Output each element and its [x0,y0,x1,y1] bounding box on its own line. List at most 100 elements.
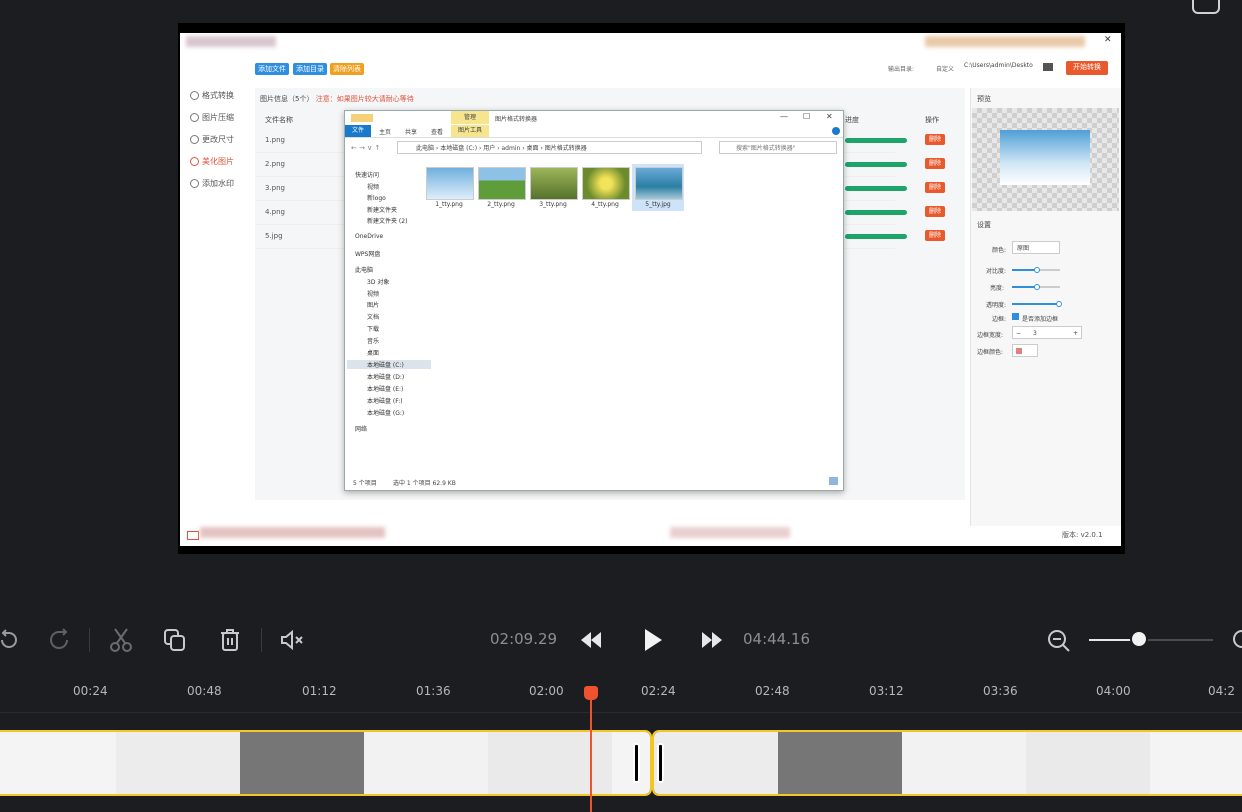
nav-item[interactable]: 本地磁盘 (D:) [367,372,404,381]
border-checkbox[interactable] [1012,313,1019,320]
nav-item[interactable]: 视频 [367,182,379,191]
nav-item-selected[interactable]: 本地磁盘 (C:) [347,360,431,369]
file-explorer-window[interactable]: 管理 图片格式转换器 — ☐ ✕ 文件 主页 共享 查看 图片工具 ← → ∨ … [344,110,844,491]
close-icon[interactable]: ✕ [1104,35,1112,45]
breadcrumb-item[interactable]: 用户 [483,145,495,152]
cut-icon[interactable] [109,627,133,657]
nav-item[interactable]: 新建文件夹 (2) [367,216,407,225]
color-select[interactable]: 原图 [1012,241,1060,254]
file-thumbnail[interactable] [635,167,683,200]
nav-item[interactable]: 新建文件夹 [367,205,397,214]
undo-icon[interactable] [0,628,18,654]
delete-button[interactable]: 删除 [925,134,945,145]
brightness-slider[interactable] [1012,284,1060,290]
file-label[interactable]: 1_tty.png [426,201,472,208]
close-button[interactable]: ✕ [826,112,833,121]
redo-icon[interactable] [48,628,70,654]
sidebar-item-beautify[interactable]: 美化图片 [190,156,234,167]
file-label[interactable]: 4_tty.png [582,201,628,208]
nav-item[interactable]: 本地磁盘 (G:) [367,408,404,417]
file-thumbnail[interactable] [478,167,526,200]
ribbon-tab-file[interactable]: 文件 [345,125,371,137]
nav-item[interactable]: 3D 对象 [367,277,389,286]
slider-knob[interactable] [1056,301,1062,307]
nav-item[interactable]: 文档 [367,312,379,321]
slider-knob[interactable] [1034,284,1040,290]
zoom-out-icon[interactable] [1047,629,1071,657]
sidebar-item-watermark[interactable]: 添加水印 [190,178,234,189]
nav-item[interactable]: 桌面 [367,348,379,357]
video-clip[interactable] [0,730,652,796]
ribbon-tab-share[interactable]: 共享 [405,127,417,136]
file-label[interactable]: 5_tty.jpg [635,201,681,208]
rewind-icon[interactable] [579,631,603,653]
sidebar-item-compress[interactable]: 图片压缩 [190,112,234,123]
mute-icon[interactable] [280,629,306,655]
nav-item[interactable]: 视频 [367,289,379,298]
clip-trim-handle[interactable] [657,743,664,783]
clear-list-button[interactable]: 清除列表 [330,63,364,75]
file-thumbnail[interactable] [582,167,630,200]
file-label[interactable]: 2_tty.png [478,201,524,208]
nav-item[interactable]: 下载 [367,324,379,333]
nav-item[interactable]: 本地磁盘 (F:) [367,396,403,405]
add-file-button[interactable]: 添加文件 [255,63,289,75]
playhead-handle[interactable] [584,686,598,700]
nav-item[interactable]: 网络 [355,424,367,433]
file-thumbnail[interactable] [530,167,578,200]
border-width-value[interactable]: 3 [1033,327,1037,340]
nav-item[interactable]: 图片 [367,300,379,309]
nav-item[interactable]: 此电脑 [355,265,373,274]
border-width-stepper[interactable]: − 3 + [1012,326,1082,339]
address-bar[interactable]: 此电脑 › 本地磁盘 (C:) › 用户 › admin › 桌面 › 图片格式… [397,141,702,154]
delete-button[interactable]: 删除 [925,158,945,169]
ribbon-tab-view[interactable]: 查看 [431,127,443,136]
nav-item[interactable]: OneDrive [355,233,383,240]
nav-item[interactable]: 音乐 [367,336,379,345]
sidebar-item-convert[interactable]: 格式转换 [190,90,234,101]
screen-capture-icon[interactable] [1192,0,1220,14]
zoom-slider[interactable] [1089,630,1213,648]
tab-manage[interactable]: 管理 [451,111,489,124]
delete-button[interactable]: 删除 [925,206,945,217]
back-forward-icon[interactable]: ← → ∨ ↑ [351,144,380,152]
add-folder-button[interactable]: 添加目录 [293,63,327,75]
output-path-input[interactable]: C:\Users\admin\Deskto [964,62,1039,69]
slider-knob[interactable] [1034,267,1040,273]
minimize-button[interactable]: — [780,112,788,121]
maximize-button[interactable]: ☐ [803,112,810,121]
breadcrumb-item[interactable]: 桌面 [527,145,539,152]
file-label[interactable]: 3_tty.png [530,201,576,208]
folder-icon[interactable] [1043,63,1053,71]
delete-button[interactable]: 删除 [925,230,945,241]
contrast-slider[interactable] [1012,267,1060,273]
breadcrumb-item[interactable]: 本地磁盘 (C:) [440,145,477,152]
border-color-picker[interactable] [1012,344,1038,357]
ribbon-tab-home[interactable]: 主页 [379,127,391,136]
copy-icon[interactable] [163,628,187,656]
zoom-knob[interactable] [1129,630,1148,648]
play-icon[interactable] [643,628,663,656]
nav-item[interactable]: 快速访问 [355,170,379,179]
opacity-slider[interactable] [1012,301,1062,307]
fast-forward-icon[interactable] [700,631,724,653]
video-clip[interactable] [652,730,1242,796]
nav-item[interactable]: 新logo [367,193,386,202]
nav-item[interactable]: 本地磁盘 (E:) [367,384,403,393]
delete-button[interactable]: 删除 [925,182,945,193]
delete-icon[interactable] [219,627,241,657]
sidebar-item-resize[interactable]: 更改尺寸 [190,134,234,145]
zoom-in-icon[interactable] [1232,629,1242,657]
clip-trim-handle[interactable] [633,743,640,783]
output-option[interactable]: 自定义 [936,64,954,73]
start-convert-button[interactable]: 开始转换 [1066,61,1108,75]
view-toggle-icon[interactable] [829,477,838,485]
search-input[interactable]: 搜索"图片格式转换器" [719,141,837,154]
help-icon[interactable] [832,127,840,135]
breadcrumb-item[interactable]: 图片格式转换器 [545,145,587,152]
minus-button[interactable]: − [1016,327,1021,340]
file-thumbnail[interactable] [426,167,474,200]
nav-item[interactable]: WPS网盘 [355,249,380,258]
breadcrumb-item[interactable]: 此电脑 [416,145,434,152]
breadcrumb-item[interactable]: admin [502,145,521,152]
